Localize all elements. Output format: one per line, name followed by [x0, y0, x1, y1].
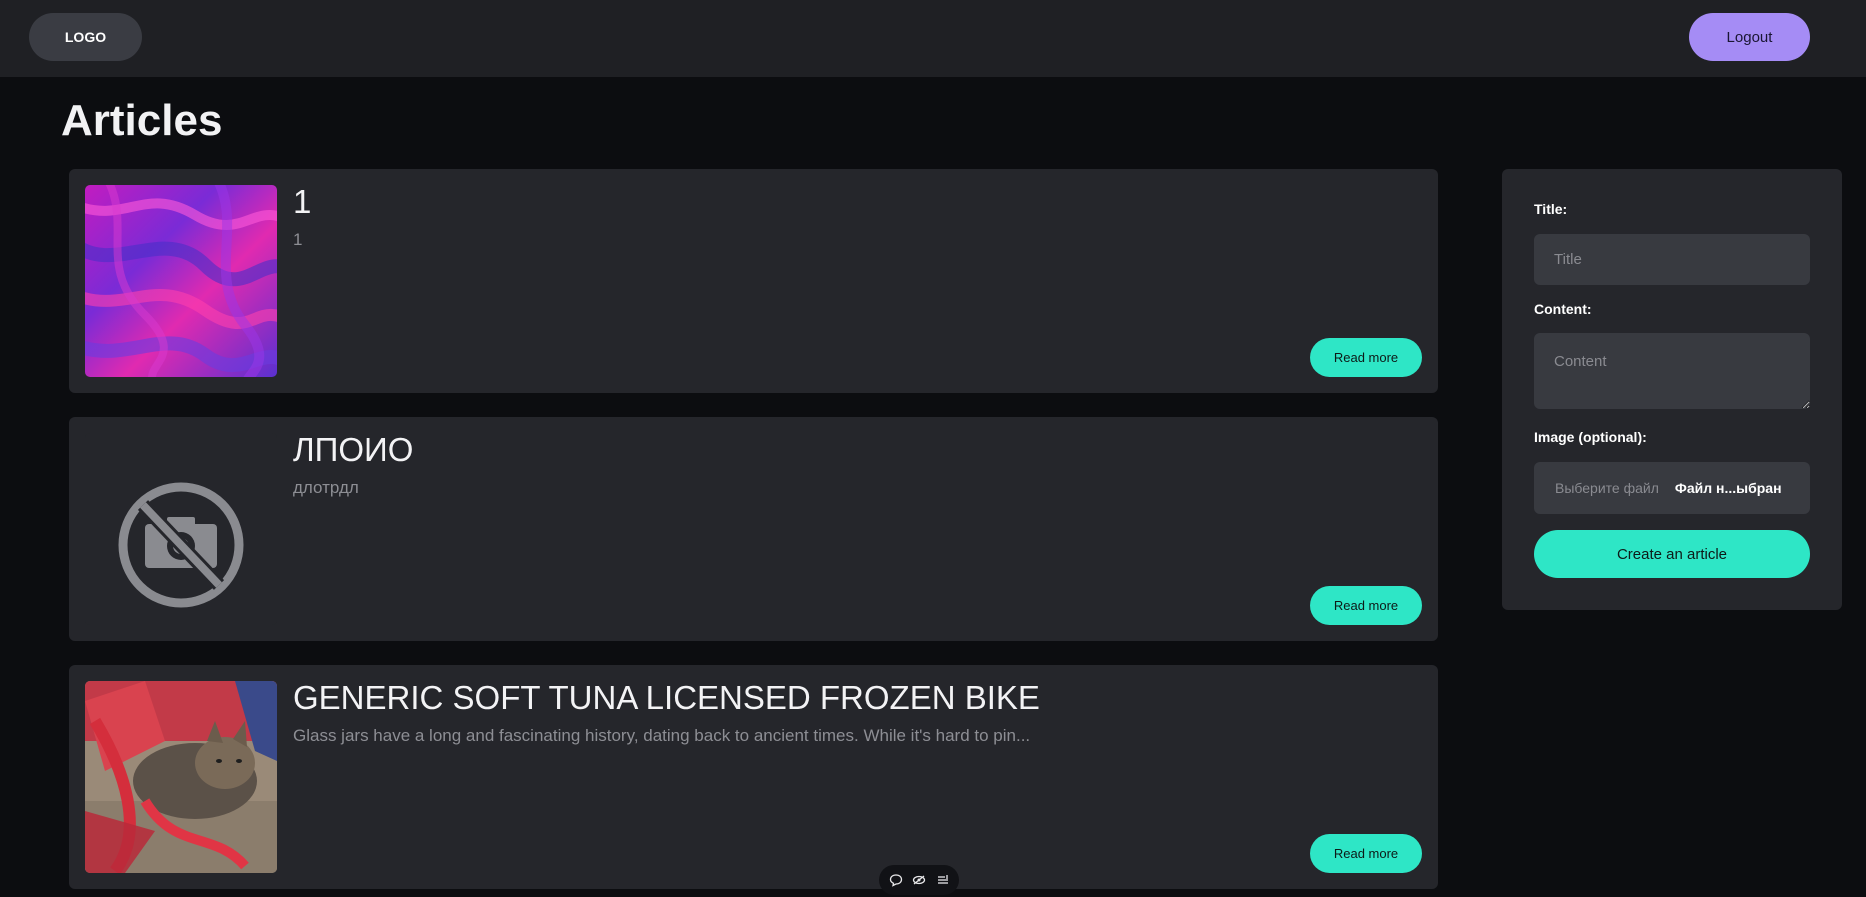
- content-label: Content:: [1534, 301, 1592, 317]
- floating-toolbar: [879, 865, 959, 895]
- article-card: ЛПОИО длотрдл Read more: [69, 417, 1438, 641]
- page-title: Articles: [61, 96, 223, 145]
- article-excerpt: 1: [293, 230, 303, 249]
- file-choose-button[interactable]: Выберите файл: [1555, 480, 1659, 496]
- create-article-button[interactable]: Create an article: [1534, 530, 1810, 578]
- article-card: GENERIC SOFT TUNA LICENSED FROZEN BIKE G…: [69, 665, 1438, 889]
- file-status-text: Файл н...ыбран: [1674, 480, 1782, 496]
- article-image: [85, 433, 277, 625]
- logout-button[interactable]: Logout: [1689, 13, 1810, 61]
- comment-icon[interactable]: [889, 873, 903, 887]
- article-excerpt: длотрдл: [293, 478, 359, 497]
- article-title[interactable]: ЛПОИО: [293, 431, 413, 469]
- article-image: [85, 185, 277, 377]
- abstract-swirl-image: [85, 185, 277, 377]
- create-article-form: Title: Content: Image (optional): Выбери…: [1502, 169, 1842, 610]
- read-more-button[interactable]: Read more: [1310, 338, 1422, 377]
- top-navbar: LOGO Logout: [0, 0, 1866, 77]
- no-image-icon: [85, 433, 277, 625]
- list-settings-icon[interactable]: [936, 873, 950, 887]
- article-excerpt: Glass jars have a long and fascinating h…: [293, 726, 1031, 745]
- read-more-button[interactable]: Read more: [1310, 586, 1422, 625]
- title-label: Title:: [1534, 201, 1568, 217]
- article-card: 1 1 Read more: [69, 169, 1438, 393]
- logo-button[interactable]: LOGO: [29, 13, 142, 61]
- article-title[interactable]: GENERIC SOFT TUNA LICENSED FROZEN BIKE: [293, 679, 1040, 717]
- cat-photo-image: [85, 681, 277, 873]
- article-title[interactable]: 1: [293, 183, 311, 221]
- image-label: Image (optional):: [1534, 429, 1647, 445]
- title-input[interactable]: [1534, 234, 1810, 285]
- image-file-input[interactable]: Выберите файл Файл н...ыбран: [1534, 462, 1810, 514]
- eye-slash-icon[interactable]: [912, 873, 926, 887]
- article-image: [85, 681, 277, 873]
- content-textarea[interactable]: [1534, 333, 1810, 409]
- read-more-button[interactable]: Read more: [1310, 834, 1422, 873]
